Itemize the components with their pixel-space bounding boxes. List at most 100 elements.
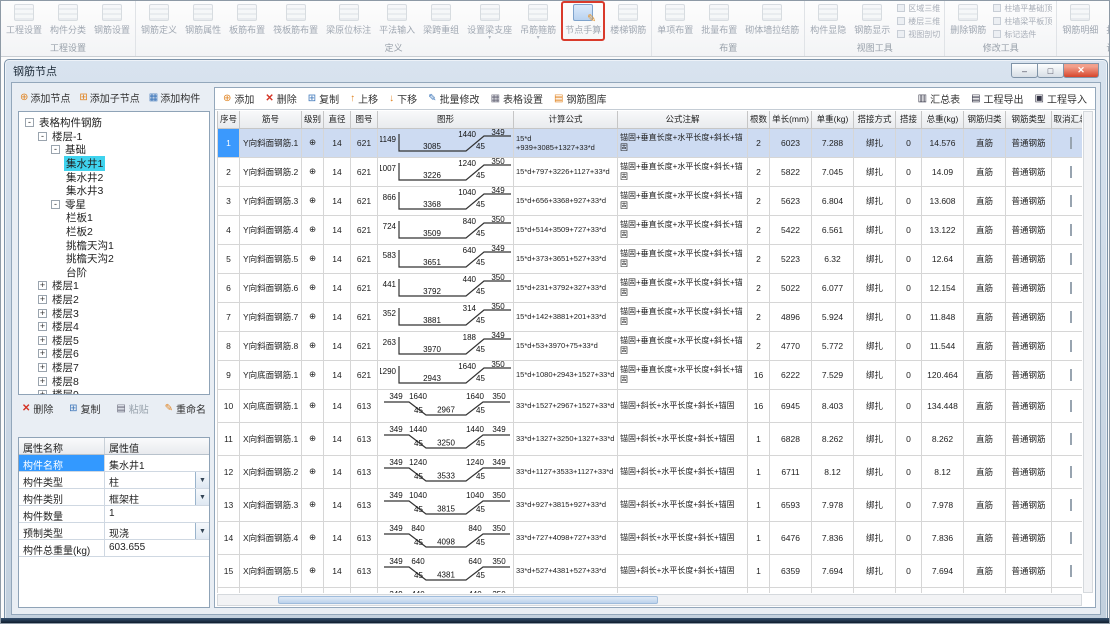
tree-node[interactable]: 栏板2 [25, 225, 209, 239]
tree-node[interactable]: +楼层8 [25, 374, 209, 388]
table-toolbar-table-settings[interactable]: ▦表格设置 [491, 91, 543, 106]
tree-node[interactable]: -楼层-1 [25, 130, 209, 144]
table-toolbar-summary-table[interactable]: ▥汇总表 [918, 91, 960, 106]
ribbon-item-floor-3d[interactable]: 楼层三维 [897, 15, 940, 28]
tree-node[interactable]: +楼层4 [25, 320, 209, 334]
expand-icon[interactable]: + [38, 322, 47, 331]
table-row[interactable]: 15X向斜面钢筋.5⊕146133496404381640350454533*d… [218, 554, 1083, 587]
column-header[interactable]: 钢筋归类 [964, 111, 1006, 128]
ribbon-item-column-wall-foundation-top[interactable]: 柱墙平基础顶 [993, 2, 1052, 15]
table-row[interactable]: 11X向斜面钢筋.1⊕14613349144032501440349454533… [218, 422, 1083, 455]
property-value[interactable]: 集水井1 [105, 455, 209, 471]
table-toolbar-move-down[interactable]: ↓下移 [389, 91, 417, 106]
ribbon-item-rebar-define[interactable]: 钢筋定义 [137, 1, 181, 41]
ribbon-item-project-settings[interactable]: 工程设置 [2, 1, 46, 41]
column-header[interactable]: 序号 [218, 111, 240, 128]
collapse-icon[interactable]: - [51, 145, 60, 154]
ribbon-item-mark-select[interactable]: 标记选件 [993, 28, 1052, 41]
table-toolbar-copy[interactable]: ⊞复制 [308, 91, 339, 106]
sidebar-toolbar-add-child-node[interactable]: ⊞添加子节点 [79, 90, 139, 105]
ribbon-item-rebar-settings[interactable]: 钢筋设置 [90, 1, 134, 41]
tree-node[interactable]: -基础 [25, 143, 209, 157]
expand-icon[interactable]: + [38, 309, 47, 318]
table-row[interactable]: 13X向斜面钢筋.3⊕14613349104038151040350454533… [218, 488, 1083, 521]
property-value[interactable]: 603.655 [105, 540, 209, 556]
expand-icon[interactable]: + [38, 349, 47, 358]
checkbox-icon[interactable] [1070, 195, 1072, 207]
ribbon-item-region-3d[interactable]: 区域三维 [897, 2, 940, 15]
tree-node[interactable]: -表格构件钢筋 [25, 116, 209, 130]
horizontal-scrollbar[interactable] [217, 594, 1082, 606]
horizontal-scrollbar-thumb[interactable] [278, 596, 658, 604]
table-toolbar-delete[interactable]: ✕删除 [265, 91, 296, 106]
column-header[interactable]: 取消汇总 [1052, 111, 1083, 128]
dialog-title-bar[interactable]: 钢筋节点 – □ ✕ [5, 60, 1107, 80]
action-rename[interactable]: ✎重命名 [165, 401, 206, 416]
column-header[interactable]: 级别 [302, 111, 324, 128]
checkbox-icon[interactable] [1070, 565, 1072, 577]
ribbon-item-single-layout[interactable]: 单项布置 [653, 1, 697, 41]
collapse-icon[interactable]: - [25, 118, 34, 127]
table-row[interactable]: 5Y向斜面钢筋.5⊕1462158336516404534915*d+373+3… [218, 244, 1083, 273]
ribbon-item-component-visibility[interactable]: 构件显隐 [806, 1, 850, 41]
column-header[interactable]: 搭接 [896, 111, 922, 128]
table-row[interactable]: 1Y向斜面钢筋.1⊕146211149308514404534915*d +93… [218, 128, 1083, 157]
expand-icon[interactable]: + [38, 295, 47, 304]
tree-node[interactable]: 栏板1 [25, 211, 209, 225]
column-header[interactable]: 单重(kg) [812, 111, 854, 128]
collapse-icon[interactable]: - [38, 132, 47, 141]
expand-icon[interactable]: + [38, 377, 47, 386]
ribbon-item-rebar-detail[interactable]: 钢筋明细 [1058, 1, 1102, 41]
column-header[interactable]: 计算公式 [514, 111, 618, 128]
chevron-down-icon[interactable]: ▼ [195, 489, 209, 505]
column-header[interactable]: 钢筋类型 [1006, 111, 1052, 128]
tree-node[interactable]: +楼层6 [25, 347, 209, 361]
ribbon-item-batch-layout[interactable]: 批量布置 [697, 1, 741, 41]
ribbon-item-rebar-display[interactable]: 钢筋显示 [850, 1, 894, 41]
table-toolbar-rebar-gallery[interactable]: ▤钢筋图库 [554, 91, 606, 106]
expand-icon[interactable]: + [38, 336, 47, 345]
table-row[interactable]: 3Y向斜面钢筋.3⊕14621866336810404534915*d+656+… [218, 186, 1083, 215]
ribbon-item-stair-rebar[interactable]: 楼梯钢筋 [606, 1, 650, 41]
column-header[interactable]: 筋号 [240, 111, 302, 128]
tree-node[interactable]: 集水井1 [25, 157, 209, 171]
sidebar-toolbar-add-component[interactable]: ▦添加构件 [149, 90, 200, 105]
ribbon-item-column-wall-beam-slab-top[interactable]: 柱墙梁平板顶 [993, 15, 1052, 28]
tree-node[interactable]: 集水井2 [25, 170, 209, 184]
close-button[interactable]: ✕ [1063, 63, 1099, 78]
column-header[interactable]: 图号 [351, 111, 378, 128]
table-row[interactable]: 14X向斜面钢筋.4⊕146133498404098840350454533*d… [218, 521, 1083, 554]
checkbox-icon[interactable] [1070, 532, 1072, 544]
table-row[interactable]: 16X向斜面钢筋.6⊕146133494404664440350454533*d… [218, 587, 1083, 593]
table-row[interactable]: 12X向斜面钢筋.2⊕14613349124035331240349454533… [218, 455, 1083, 488]
table-row[interactable]: 2Y向斜面钢筋.2⊕146211007322612404535015*d+797… [218, 157, 1083, 186]
ribbon-item-node-calc[interactable]: 节点手算 [561, 1, 605, 41]
column-header[interactable]: 公式注解 [618, 111, 748, 128]
tree-node[interactable]: +楼层5 [25, 334, 209, 348]
property-value[interactable]: 框架柱▼ [105, 489, 209, 505]
column-header[interactable]: 总重(kg) [922, 111, 964, 128]
column-header[interactable]: 搭接方式 [854, 111, 896, 128]
tree-node[interactable]: +楼层3 [25, 306, 209, 320]
sidebar-toolbar-add-node[interactable]: ⊕添加节点 [20, 90, 70, 105]
ribbon-item-delete-rebar[interactable]: 删除钢筋 [946, 1, 990, 41]
tree-node[interactable]: +楼层2 [25, 293, 209, 307]
checkbox-icon[interactable] [1070, 166, 1072, 178]
tree-node[interactable]: +楼层7 [25, 361, 209, 375]
vertical-scrollbar[interactable] [1083, 111, 1093, 593]
tree-node[interactable]: +楼层9 [25, 388, 209, 395]
table-toolbar-batch-edit[interactable]: ✎批量修改 [428, 91, 479, 106]
ribbon-item-masonry-tie-rebar[interactable]: 砌体墙拉结筋 [741, 1, 803, 41]
ribbon-item-beam-span-regroup[interactable]: 梁跨重组 [419, 1, 463, 41]
ribbon-item-raft-rebar-layout[interactable]: 筏板筋布置 [269, 1, 322, 41]
table-toolbar-project-export[interactable]: ▤工程导出 [971, 91, 1023, 106]
expand-icon[interactable]: + [38, 390, 47, 395]
checkbox-icon[interactable] [1070, 282, 1072, 294]
ribbon-item-hanger-stirrup[interactable]: 吊筋箍筋▾ [516, 1, 560, 41]
checkbox-icon[interactable] [1070, 400, 1072, 412]
property-value[interactable]: 现浇▼ [105, 523, 209, 539]
tree-node[interactable]: 挑檐天沟1 [25, 238, 209, 252]
expand-icon[interactable]: + [38, 363, 47, 372]
tree-node[interactable]: 台阶 [25, 266, 209, 280]
minimize-button[interactable]: – [1011, 63, 1038, 78]
